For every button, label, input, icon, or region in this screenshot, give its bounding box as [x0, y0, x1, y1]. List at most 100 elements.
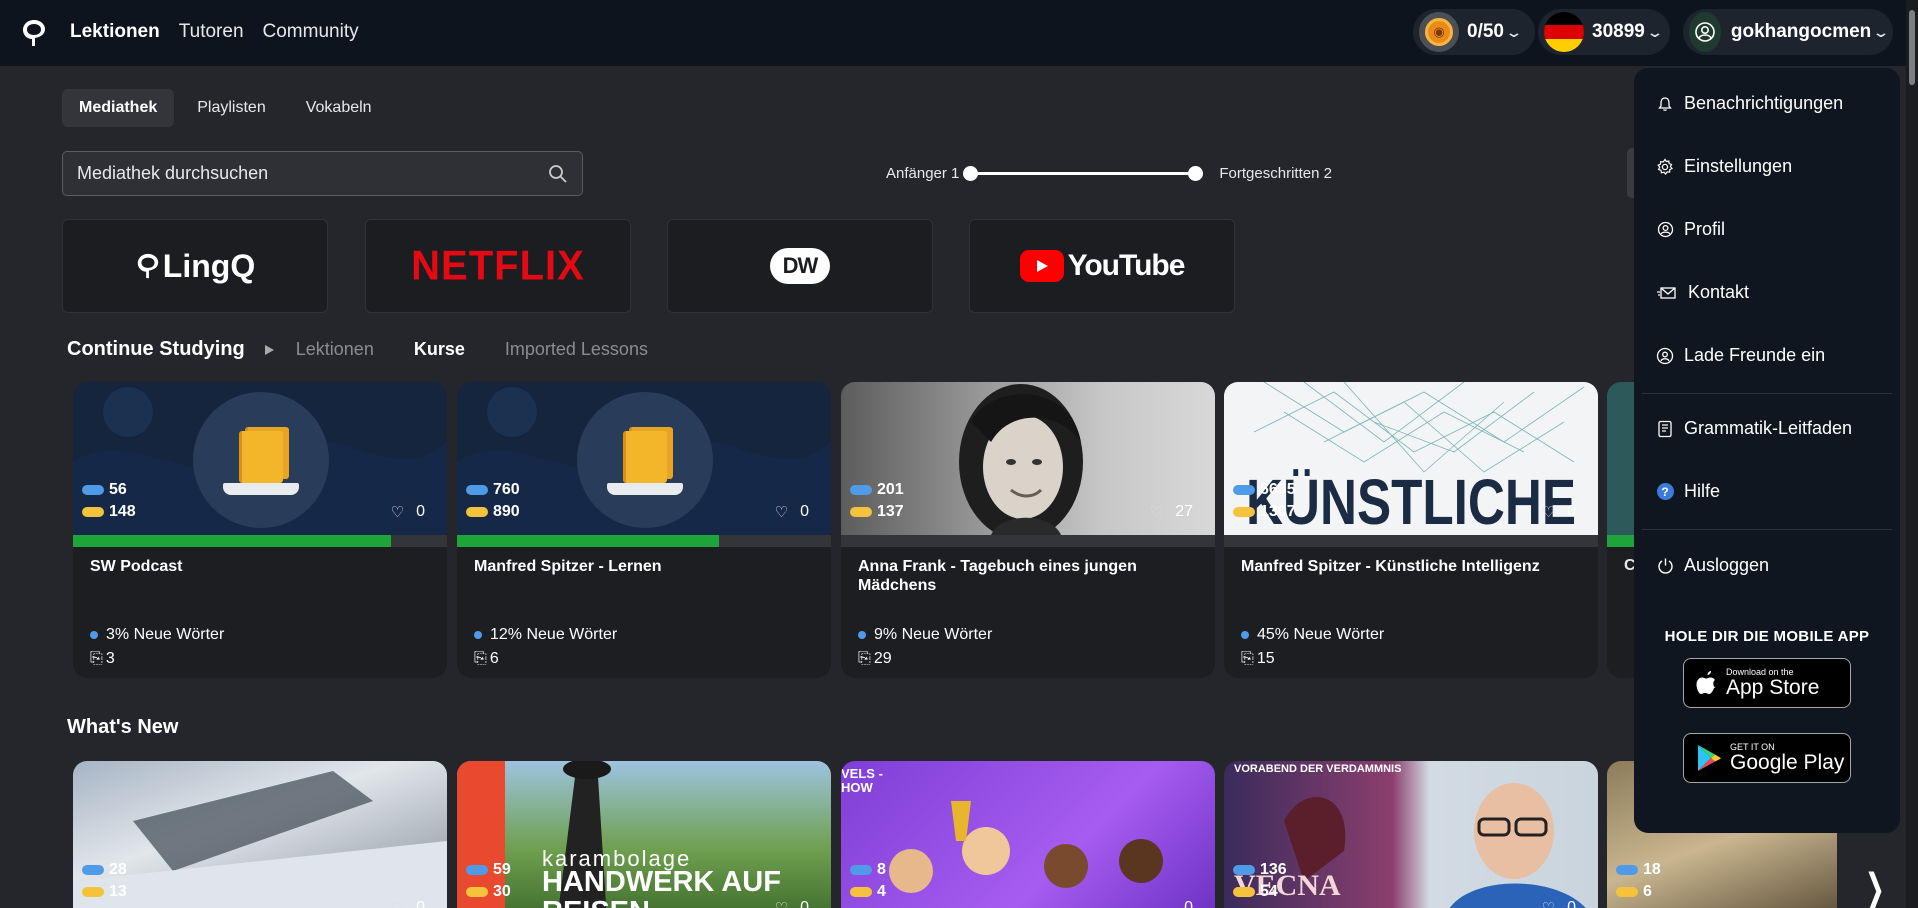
chevron-down-icon: ⌄: [1872, 23, 1890, 40]
lesson-card[interactable]: karambolage HANDWERK AUF REISEN 59 30 ♡0: [457, 761, 831, 908]
daily-goal-button[interactable]: ◉ 0/50 ⌄: [1413, 9, 1535, 55]
gear-icon: [1656, 157, 1674, 176]
tab-vokabeln[interactable]: Vokabeln: [289, 89, 389, 127]
tab-mediathek[interactable]: Mediathek: [62, 89, 175, 127]
likes[interactable]: ♡0: [1542, 503, 1576, 521]
course-card[interactable]: KÜNSTLICHE 6635 1307 ♡ 0 Manfred Spitzer …: [1224, 382, 1598, 678]
provider-name: DW: [782, 253, 819, 278]
provider-netflix[interactable]: NETFLIX: [365, 219, 631, 313]
lesson-card[interactable]: VORABEND DER VERDAMMNIS VECNA 136 54 ♡0: [1224, 761, 1598, 908]
lesson-count: ⎘ 29: [858, 650, 892, 667]
menu-item-profile[interactable]: Profil: [1656, 219, 1725, 240]
language-coins-button[interactable]: 30899 ⌄: [1538, 9, 1670, 55]
filter-tab-imported[interactable]: Imported Lessons: [505, 339, 648, 360]
chevron-down-icon: ⌄: [1645, 23, 1664, 40]
level-range-slider: Anfänger 1 Fortgeschritten 2: [886, 162, 1332, 184]
chevron-down-icon: ⌄: [1505, 23, 1523, 40]
store-big-text: Google Play: [1730, 751, 1845, 774]
menu-item-label: Kontakt: [1688, 282, 1750, 302]
new-words: 3% Neue Wörter: [90, 626, 224, 644]
lingq-logo-icon[interactable]: [20, 17, 48, 49]
likes-count: 0: [416, 503, 425, 520]
provider-lingq[interactable]: LingQ: [62, 219, 328, 313]
user-icon: [1656, 221, 1674, 239]
course-title: Manfred Spitzer - Künstliche Intelligenz: [1241, 558, 1540, 575]
filter-tab-kurse[interactable]: Kurse: [414, 339, 465, 360]
menu-item-settings[interactable]: Einstellungen: [1656, 156, 1792, 177]
youtube-play-icon: [1019, 250, 1064, 282]
app-store-button[interactable]: Download on the App Store: [1683, 658, 1851, 708]
heart-icon: ♡: [391, 899, 404, 908]
heart-icon: ♡: [774, 504, 789, 521]
lesson-card[interactable]: 28 13 ♡0: [73, 761, 447, 908]
course-thumbnail: KÜNSTLICHE 6635 1307 ♡ 0: [1224, 382, 1598, 535]
nav-community[interactable]: Community: [263, 21, 359, 43]
lingq-logo-icon: [137, 253, 158, 279]
provider-youtube[interactable]: YouTube: [969, 219, 1235, 313]
new-words: 12% Neue Wörter: [474, 626, 617, 644]
menu-item-help[interactable]: ? Hilfe: [1656, 481, 1720, 502]
course-card[interactable]: 56 148 ♡ 0 SW Podcast 3% Neue Wörter ⎘ 3: [73, 382, 447, 678]
menu-item-label: Einstellungen: [1684, 156, 1793, 176]
mobile-app-heading: HOLE DIR DIE MOBILE APP: [1664, 628, 1870, 645]
nav-lektionen[interactable]: Lektionen: [70, 21, 160, 43]
provider-name: NETFLIX: [411, 242, 585, 289]
course-card[interactable]: 201 137 ♡ 27 Anna Frank - Tagebuch eines …: [841, 382, 1215, 678]
lingq-count: 137: [877, 503, 904, 520]
progress-bar: [73, 535, 447, 547]
provider-name: LingQ: [162, 247, 256, 284]
menu-item-label: Lade Freunde ein: [1684, 345, 1826, 365]
likes[interactable]: ♡0: [391, 503, 425, 521]
tab-playlisten[interactable]: Playlisten: [180, 89, 282, 127]
menu-item-contact[interactable]: Kontakt: [1656, 282, 1749, 303]
course-thumbnail: 56 148 ♡ 0: [73, 382, 447, 535]
filter-tab-lektionen[interactable]: Lektionen: [296, 339, 374, 360]
play-triangle-icon: [264, 344, 274, 355]
lessons-icon: ⎘: [1241, 650, 1254, 667]
page-scrollbar[interactable]: [1906, 0, 1918, 908]
lesson-card[interactable]: VELS - HOW 8 4 0: [841, 761, 1215, 908]
progress-bar: [457, 535, 831, 547]
likes[interactable]: ♡0: [775, 899, 809, 908]
likes[interactable]: ♡0: [1542, 899, 1576, 908]
section-title: What's New: [67, 716, 179, 738]
power-icon: [1656, 557, 1674, 575]
known-words-count: 8: [877, 861, 886, 878]
menu-item-invite[interactable]: Lade Freunde ein: [1656, 345, 1825, 366]
heart-icon: ♡: [1149, 504, 1164, 521]
scrollbar-thumb[interactable]: [1909, 10, 1915, 85]
likes[interactable]: 0: [1172, 899, 1193, 908]
course-thumbnail: 201 137 ♡ 27: [841, 382, 1215, 535]
menu-item-label: Benachrichtigungen: [1684, 93, 1844, 113]
provider-name: YouTube: [1067, 249, 1186, 282]
google-play-button[interactable]: GET IT ON Google Play: [1683, 733, 1851, 783]
heart-icon: ♡: [390, 504, 405, 521]
likes-count: 0: [800, 503, 809, 520]
menu-item-grammar[interactable]: Grammatik-Leitfaden: [1656, 418, 1852, 439]
carousel-next-icon[interactable]: ❯: [1865, 866, 1885, 908]
known-words-count: 201: [877, 481, 904, 498]
provider-dw[interactable]: DW: [667, 219, 933, 313]
search-input[interactable]: [77, 163, 548, 184]
user-menu-button[interactable]: gokhangocmen ⌄: [1683, 9, 1893, 55]
course-card-partial[interactable]: C: [1607, 382, 1637, 678]
course-title: SW Podcast: [90, 558, 183, 575]
likes[interactable]: ♡ 27: [1150, 503, 1193, 521]
nav-tutoren[interactable]: Tutoren: [179, 21, 244, 43]
course-title: Manfred Spitzer - Lernen: [474, 558, 662, 575]
likes[interactable]: ♡0: [391, 899, 425, 908]
lessons-icon: ⎘: [858, 650, 871, 667]
lingq-count: 4: [877, 883, 886, 900]
level-max-label: Fortgeschritten 2: [1219, 164, 1332, 182]
help-icon: ?: [1656, 483, 1674, 501]
menu-item-logout[interactable]: Ausloggen: [1656, 555, 1769, 576]
menu-item-label: Hilfe: [1684, 481, 1721, 501]
level-track[interactable]: [963, 165, 1204, 181]
likes[interactable]: ♡0: [775, 503, 809, 521]
course-card[interactable]: 760 890 ♡ 0 Manfred Spitzer - Lernen 12% …: [457, 382, 831, 678]
menu-item-notifications[interactable]: Benachrichtigungen: [1656, 93, 1843, 114]
level-max-handle[interactable]: [1188, 165, 1204, 181]
known-words-count: 56: [109, 481, 127, 498]
level-min-handle[interactable]: [963, 165, 979, 181]
search-icon[interactable]: [548, 164, 568, 184]
